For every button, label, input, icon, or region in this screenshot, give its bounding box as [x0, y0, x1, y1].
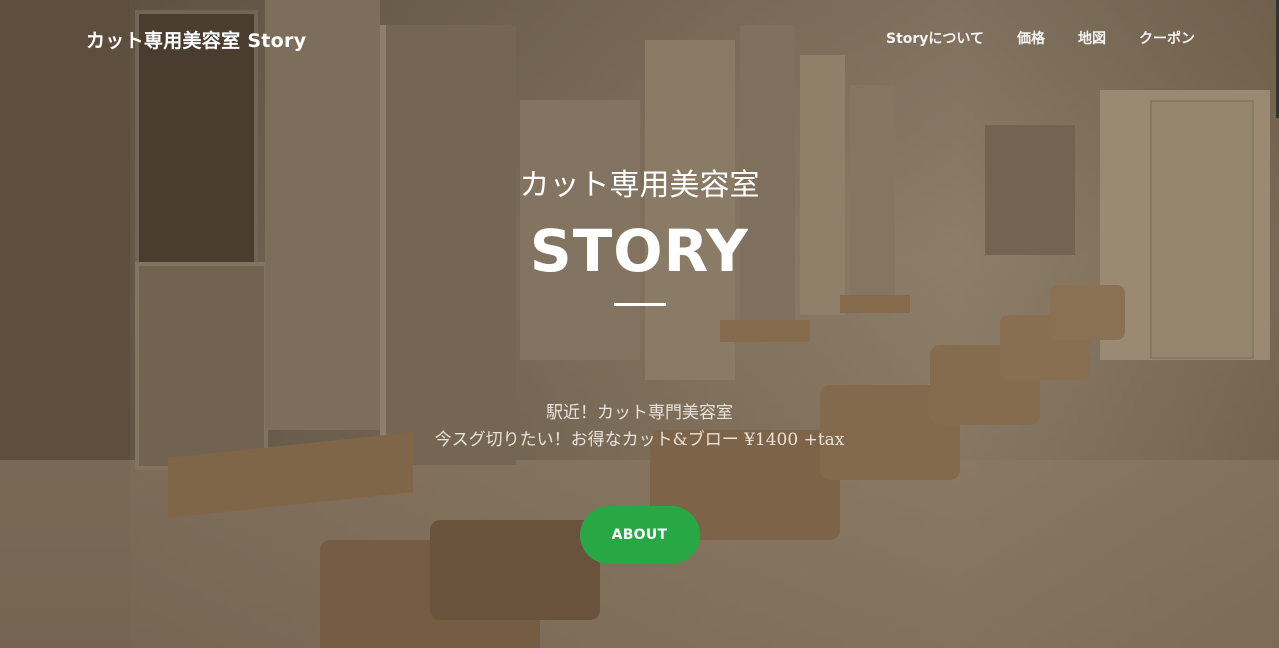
brand-logo-link[interactable]: カット専用美容室 Story [86, 26, 306, 53]
tagline-line: 今スグ切りたい！お得なカット&ブロー ¥1400 +tax [434, 429, 845, 450]
hero-subtitle: カット専用美容室 [519, 168, 760, 203]
nav-links: Storyについて 価格 地図 クーポン [886, 28, 1195, 48]
hero-section: カット専用美容室 Story Storyについて 価格 地図 クーポン カット専… [0, 0, 1279, 648]
hero-divider [613, 302, 666, 306]
nav-link-price[interactable]: 価格 [1017, 28, 1045, 48]
navbar: カット専用美容室 Story Storyについて 価格 地図 クーポン [0, 0, 1279, 76]
tagline-line: 駅近！カット専門美容室 [546, 402, 733, 423]
about-button[interactable]: ABOUT [579, 505, 700, 564]
hero-content: カット専用美容室 STORY 駅近！カット専門美容室 今スグ切りたい！お得なカッ… [0, 160, 1279, 564]
nav-link-about[interactable]: Storyについて [886, 28, 984, 48]
hero-title: STORY [529, 217, 750, 285]
hero-tagline: 駅近！カット専門美容室 今スグ切りたい！お得なカット&ブロー ¥1400 +ta… [0, 400, 1279, 454]
nav-link-coupon[interactable]: クーポン [1139, 28, 1195, 48]
nav-link-map[interactable]: 地図 [1078, 28, 1106, 48]
